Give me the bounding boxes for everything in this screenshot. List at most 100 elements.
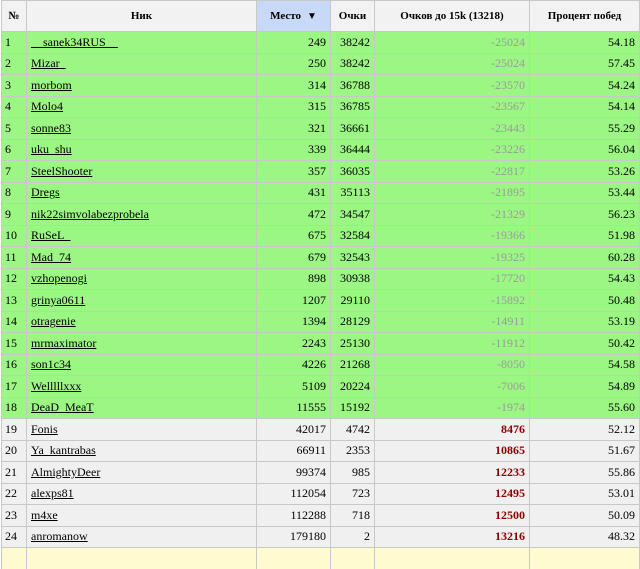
winrate-cell: 54.24 xyxy=(530,75,640,97)
player-nick-link[interactable]: otragenie xyxy=(31,314,76,328)
col-header-to15k[interactable]: Очков до 15k (13218) xyxy=(375,1,530,32)
player-nick-cell: grinya0611 xyxy=(27,290,257,312)
player-nick-cell: AlmightyDeer xyxy=(27,462,257,484)
table-row: 10RuSeL_67532584-1936651.98 xyxy=(2,225,640,247)
player-nick-link[interactable]: vzhopenogi xyxy=(31,271,87,285)
row-number: 20 xyxy=(2,440,27,462)
player-nick-link[interactable]: Welllllxxx xyxy=(31,379,81,393)
row-number: 16 xyxy=(2,354,27,376)
player-nick-link[interactable]: SteelShooter xyxy=(31,164,92,178)
points-to-15k-cell: -15892 xyxy=(375,290,530,312)
table-row: 14otragenie139428129-1491153.19 xyxy=(2,311,640,333)
points-to-15k-cell: 12500 xyxy=(375,505,530,527)
col-header-nick[interactable]: Ник xyxy=(27,1,257,32)
player-nick-link[interactable]: morbom xyxy=(31,78,72,92)
player-nick-link[interactable]: Fonis xyxy=(31,422,58,436)
row-number: 7 xyxy=(2,161,27,183)
table-row: 11Mad_7467932543-1932560.28 xyxy=(2,247,640,269)
player-nick-cell: m4xe xyxy=(27,505,257,527)
player-nick-cell: Ya_kantrabas xyxy=(27,440,257,462)
col-header-points[interactable]: Очки xyxy=(331,1,375,32)
col-header-num[interactable]: № xyxy=(2,1,27,32)
points-to-15k-cell: -19366 xyxy=(375,225,530,247)
col-header-place[interactable]: Место ▼ xyxy=(257,1,331,32)
player-nick-link[interactable]: anromanow xyxy=(31,529,88,543)
player-nick-link[interactable]: __sanek34RUS__ xyxy=(31,35,118,49)
place-cell: 66911 xyxy=(257,440,331,462)
row-number: 9 xyxy=(2,204,27,226)
points-to-15k-cell: -23226 xyxy=(375,139,530,161)
points-cell: 30938 xyxy=(331,268,375,290)
points-cell: 15192 xyxy=(331,397,375,419)
points-to-15k-cell: -25024 xyxy=(375,53,530,75)
player-nick-cell: sonne83 xyxy=(27,118,257,140)
player-nick-link[interactable]: uku_shu xyxy=(31,142,72,156)
player-nick-cell: uku_shu xyxy=(27,139,257,161)
winrate-cell: 56.23 xyxy=(530,204,640,226)
points-to-15k-cell: 12495 xyxy=(375,483,530,505)
place-cell: 179180 xyxy=(257,526,331,548)
player-nick-cell: Mad_74 xyxy=(27,247,257,269)
player-nick-cell: morbom xyxy=(27,75,257,97)
points-cell: 32584 xyxy=(331,225,375,247)
player-nick-link[interactable]: Mad_74 xyxy=(31,250,71,264)
table-header-row: № Ник Место ▼ Очки Очков до 15k (13218) … xyxy=(2,1,640,32)
place-cell: 5109 xyxy=(257,376,331,398)
row-number: 11 xyxy=(2,247,27,269)
player-nick-link[interactable]: Dregs xyxy=(31,185,60,199)
player-nick-link[interactable]: nik22simvolabezprobela xyxy=(31,207,149,221)
points-cell: 20224 xyxy=(331,376,375,398)
points-cell: 723 xyxy=(331,483,375,505)
points-to-15k-cell: -21895 xyxy=(375,182,530,204)
points-cell: 28129 xyxy=(331,311,375,333)
row-number: 17 xyxy=(2,376,27,398)
place-cell: 1394 xyxy=(257,311,331,333)
row-number: 13 xyxy=(2,290,27,312)
table-row: 12vzhopenogi89830938-1772054.43 xyxy=(2,268,640,290)
winrate-cell: 51.67 xyxy=(530,440,640,462)
col-header-winrate[interactable]: Процент побед xyxy=(530,1,640,32)
player-nick-link[interactable]: Ya_kantrabas xyxy=(31,443,96,457)
place-cell: 321 xyxy=(257,118,331,140)
points-cell: 34547 xyxy=(331,204,375,226)
place-cell: 431 xyxy=(257,182,331,204)
row-number: 6 xyxy=(2,139,27,161)
winrate-cell: 51.98 xyxy=(530,225,640,247)
player-nick-link[interactable]: son1c34 xyxy=(31,357,71,371)
place-cell: 99374 xyxy=(257,462,331,484)
player-nick-link[interactable]: AlmightyDeer xyxy=(31,465,100,479)
place-cell: 112054 xyxy=(257,483,331,505)
player-nick-link[interactable]: mrmaximator xyxy=(31,336,96,350)
player-nick-link[interactable]: m4xe xyxy=(31,508,58,522)
player-nick-cell: Molo4 xyxy=(27,96,257,118)
table-row: 5sonne8332136661-2344355.29 xyxy=(2,118,640,140)
player-nick-link[interactable]: RuSeL_ xyxy=(31,228,70,242)
points-to-15k-cell: -23567 xyxy=(375,96,530,118)
player-nick-link[interactable]: alexps81 xyxy=(31,486,74,500)
points-to-15k-cell: -1974 xyxy=(375,397,530,419)
player-nick-link[interactable]: Mizar_ xyxy=(31,56,66,70)
player-nick-cell: SteelShooter xyxy=(27,161,257,183)
player-nick-link[interactable]: DeaD_MeaT xyxy=(31,400,94,414)
winrate-cell: 60.28 xyxy=(530,247,640,269)
points-cell: 718 xyxy=(331,505,375,527)
points-to-15k-cell: 10865 xyxy=(375,440,530,462)
table-row: 7SteelShooter35736035-2281753.26 xyxy=(2,161,640,183)
row-number: 19 xyxy=(2,419,27,441)
player-nick-link[interactable]: Molo4 xyxy=(31,99,63,113)
points-cell: 29110 xyxy=(331,290,375,312)
table-row: 13grinya0611120729110-1589250.48 xyxy=(2,290,640,312)
winrate-cell: 53.44 xyxy=(530,182,640,204)
points-to-15k-cell: -25024 xyxy=(375,32,530,54)
place-cell: 314 xyxy=(257,75,331,97)
player-nick-link[interactable]: sonne83 xyxy=(31,121,71,135)
winrate-cell: 48.32 xyxy=(530,526,640,548)
points-to-15k-cell: -23570 xyxy=(375,75,530,97)
row-number: 24 xyxy=(2,526,27,548)
row-number: 23 xyxy=(2,505,27,527)
table-row: 3morbom31436788-2357054.24 xyxy=(2,75,640,97)
winrate-cell: 55.60 xyxy=(530,397,640,419)
points-cell: 35113 xyxy=(331,182,375,204)
player-nick-link[interactable]: grinya0611 xyxy=(31,293,85,307)
player-nick-cell: otragenie xyxy=(27,311,257,333)
